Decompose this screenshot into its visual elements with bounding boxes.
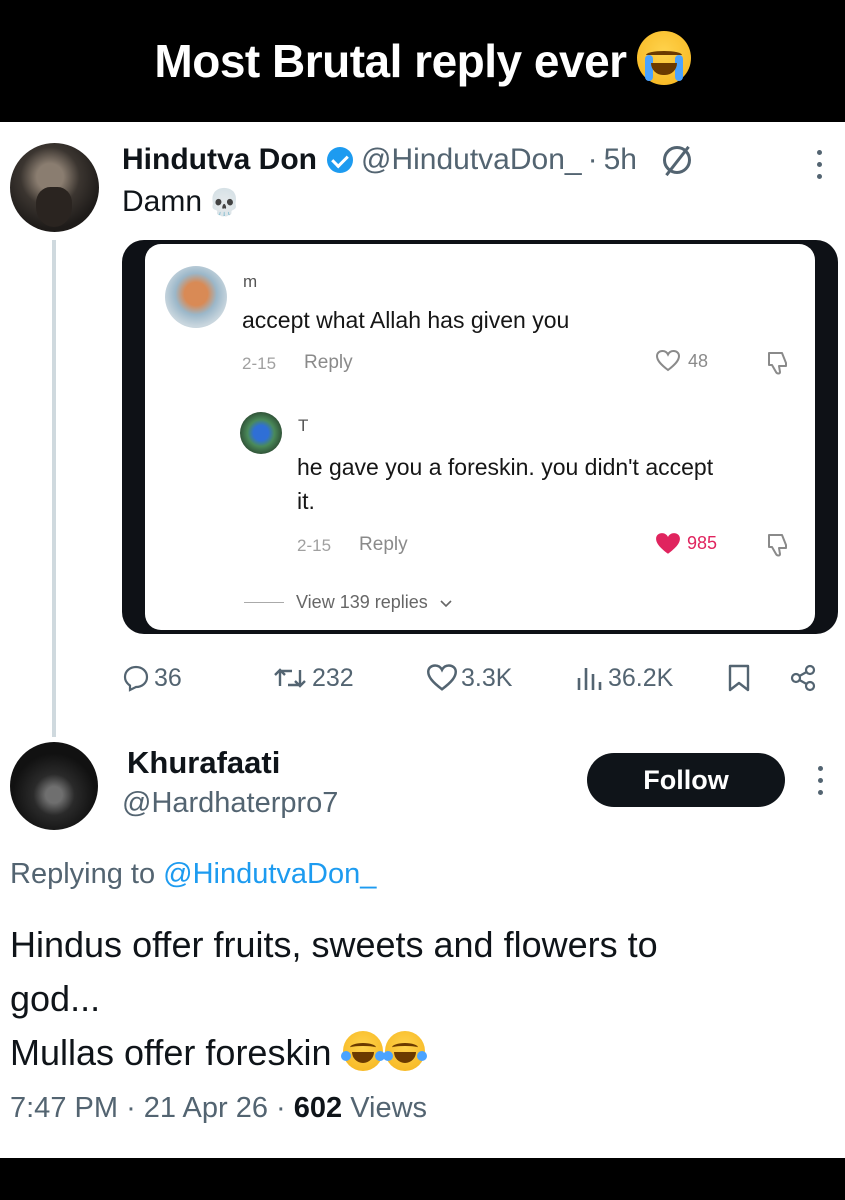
separator: · — [276, 1092, 286, 1124]
separator: · — [126, 1092, 136, 1124]
post-header: Hindutva Don @HindutvaDon_ · 5h — [122, 140, 691, 180]
bookmark-icon — [726, 663, 752, 693]
face-with-tears-of-joy-icon — [383, 1031, 428, 1072]
replying-to: Replying to @HindutvaDon_ — [10, 858, 376, 891]
post-timestamp-date[interactable]: 21 Apr 26 — [144, 1092, 268, 1124]
repost-icon — [272, 664, 308, 692]
reply-button[interactable]: 36 — [122, 658, 182, 698]
skull-icon: 💀 — [208, 188, 241, 218]
top-banner: Most Brutal reply ever — [0, 0, 845, 122]
share-icon — [788, 663, 818, 693]
post-text-content: Damn — [122, 185, 203, 218]
follow-button[interactable]: Follow — [587, 753, 785, 807]
heart-filled-icon — [655, 532, 680, 554]
replying-to-mention[interactable]: @HindutvaDon_ — [163, 858, 376, 890]
post-time[interactable]: 5h — [604, 143, 637, 177]
reply-text-line2: it. — [297, 488, 315, 514]
reply-icon — [122, 664, 150, 692]
more-options-icon[interactable] — [818, 766, 824, 795]
reply-author-name[interactable]: Khurafaati — [127, 745, 280, 781]
views-label: Views — [350, 1092, 428, 1124]
view-replies-label: View 139 replies — [296, 592, 428, 612]
heart-icon — [427, 664, 457, 692]
loudly-crying-face-icon — [636, 31, 691, 85]
post-timestamp-row: 7:47 PM · 21 Apr 26 · 602 Views — [10, 1092, 427, 1125]
comment-like-count: 48 — [688, 350, 709, 371]
reply-date: 2-15 — [297, 536, 332, 555]
comment-like: 48 — [656, 350, 708, 372]
reply-avatar — [240, 412, 282, 454]
banner-title: Most Brutal reply ever — [154, 35, 627, 87]
like-count: 3.3K — [461, 663, 513, 692]
author-handle[interactable]: @HindutvaDon_ — [361, 143, 582, 177]
like-button[interactable]: 3.3K — [427, 658, 512, 698]
analytics-icon — [574, 664, 604, 692]
avatar[interactable] — [10, 143, 99, 232]
reply-text-line1: he gave you a foreskin. you didn't accep… — [297, 454, 714, 480]
reply-text-line3: Mullas offer foreskin — [10, 1032, 332, 1073]
reply-text-line3-wrap: Mullas offer foreskin — [10, 1026, 830, 1080]
repost-button[interactable]: 232 — [272, 658, 354, 698]
views-count: 36.2K — [608, 663, 674, 692]
reply-text: Hindus offer fruits, sweets and flowers … — [10, 918, 830, 1080]
post-actions: 36 232 3.3K 36.2K — [122, 658, 822, 698]
face-with-tears-of-joy-icon — [341, 1031, 386, 1072]
post-text: Damn 💀 — [122, 185, 240, 219]
reply-reply-link: Reply — [359, 534, 408, 555]
reply-count: 36 — [154, 663, 182, 692]
reply-author-handle[interactable]: @Hardhaterpro7 — [122, 787, 338, 820]
bookmark-button[interactable] — [726, 658, 752, 698]
reply-like: 985 — [655, 532, 717, 554]
comment-reply-link: Reply — [304, 352, 353, 373]
replying-to-prefix: Replying to — [10, 858, 156, 890]
separator: · — [587, 143, 598, 176]
comment-avatar — [165, 266, 227, 328]
thumbs-down-icon — [764, 532, 790, 558]
heart-outline-icon — [656, 350, 680, 372]
reply-text-line1: Hindus offer fruits, sweets and flowers … — [10, 924, 658, 965]
author-name[interactable]: Hindutva Don — [122, 143, 317, 177]
chevron-down-icon — [440, 592, 452, 613]
repost-count: 232 — [312, 663, 354, 692]
bottom-bar — [0, 1158, 845, 1200]
view-replies: View 139 replies — [244, 592, 452, 613]
thumbs-down-icon — [764, 350, 790, 376]
comment-text: accept what Allah has given you — [242, 307, 570, 333]
reply-meta: 2-15 Reply — [297, 534, 408, 556]
comment-date: 2-15 — [242, 354, 277, 373]
views-count: 602 — [293, 1092, 343, 1124]
comment-username: m — [243, 272, 258, 291]
post-timestamp-time[interactable]: 7:47 PM — [10, 1092, 118, 1124]
thread-connector-line — [52, 240, 56, 737]
verified-badge-icon — [327, 147, 353, 173]
reply-username: T — [298, 416, 309, 435]
reply-like-count: 985 — [687, 532, 718, 553]
views-button[interactable]: 36.2K — [574, 658, 673, 698]
more-options-icon[interactable] — [817, 150, 823, 179]
grok-icon[interactable] — [662, 146, 691, 174]
comment-meta: 2-15 Reply — [242, 352, 353, 374]
avatar[interactable] — [10, 742, 98, 830]
reply-text-line2: god... — [10, 978, 101, 1019]
share-button[interactable] — [788, 658, 818, 698]
